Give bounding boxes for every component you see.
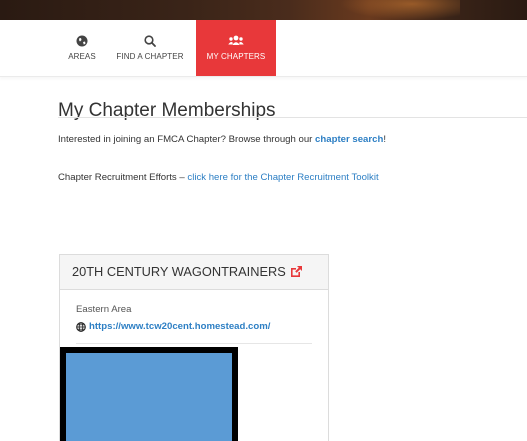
chapter-website-row: https://www.tcw20cent.homestead.com/	[76, 321, 270, 332]
chapter-name[interactable]: 20TH CENTURY WAGONTRAINERS	[72, 264, 286, 279]
chapter-area: Eastern Area	[76, 304, 132, 315]
chapter-logo-image	[60, 347, 238, 441]
external-link-icon[interactable]	[289, 265, 303, 279]
intro-text-suffix: !	[383, 134, 386, 145]
chapter-title[interactable]: 20TH CENTURY WAGONTRAINERS	[72, 264, 303, 279]
chapter-card-divider	[76, 343, 312, 344]
tab-find-a-chapter[interactable]: FIND A CHAPTER	[106, 20, 194, 76]
chapter-search-link[interactable]: chapter search	[315, 134, 383, 145]
tab-areas-label: AREAS	[68, 52, 96, 61]
page-title: My Chapter Memberships	[58, 99, 276, 121]
search-icon	[144, 35, 156, 47]
intro-text: Interested in joining an FMCA Chapter? B…	[58, 134, 386, 145]
recruitment-text-prefix: Chapter Recruitment Efforts –	[58, 172, 188, 183]
chapter-card-header: 20TH CENTURY WAGONTRAINERS	[60, 255, 328, 290]
globe-icon	[76, 321, 86, 332]
chapter-logo-fill	[66, 353, 232, 441]
recruitment-toolkit-link[interactable]: click here for the Chapter Recruitment T…	[187, 172, 378, 183]
tab-areas[interactable]: AREAS	[58, 20, 106, 76]
tab-find-a-chapter-label: FIND A CHAPTER	[116, 52, 184, 61]
tab-my-chapters[interactable]: MY CHAPTERS	[196, 20, 276, 76]
chapter-nav-bar: AREAS FIND A CHAPTER MY CHAPTERS	[0, 20, 527, 77]
chapter-website-link[interactable]: https://www.tcw20cent.homestead.com/	[89, 321, 270, 332]
intro-text-prefix: Interested in joining an FMCA Chapter? B…	[58, 134, 316, 145]
chapter-card: 20TH CENTURY WAGONTRAINERS Eastern Area …	[59, 254, 329, 441]
title-divider	[58, 117, 527, 118]
users-icon	[228, 35, 244, 45]
globe-icon	[76, 35, 88, 47]
page: AREAS FIND A CHAPTER MY CHAPTERS My Chap…	[0, 0, 527, 441]
hero-banner-image	[0, 0, 527, 20]
tab-my-chapters-label: MY CHAPTERS	[206, 52, 266, 61]
recruitment-text: Chapter Recruitment Efforts – click here…	[58, 172, 379, 183]
